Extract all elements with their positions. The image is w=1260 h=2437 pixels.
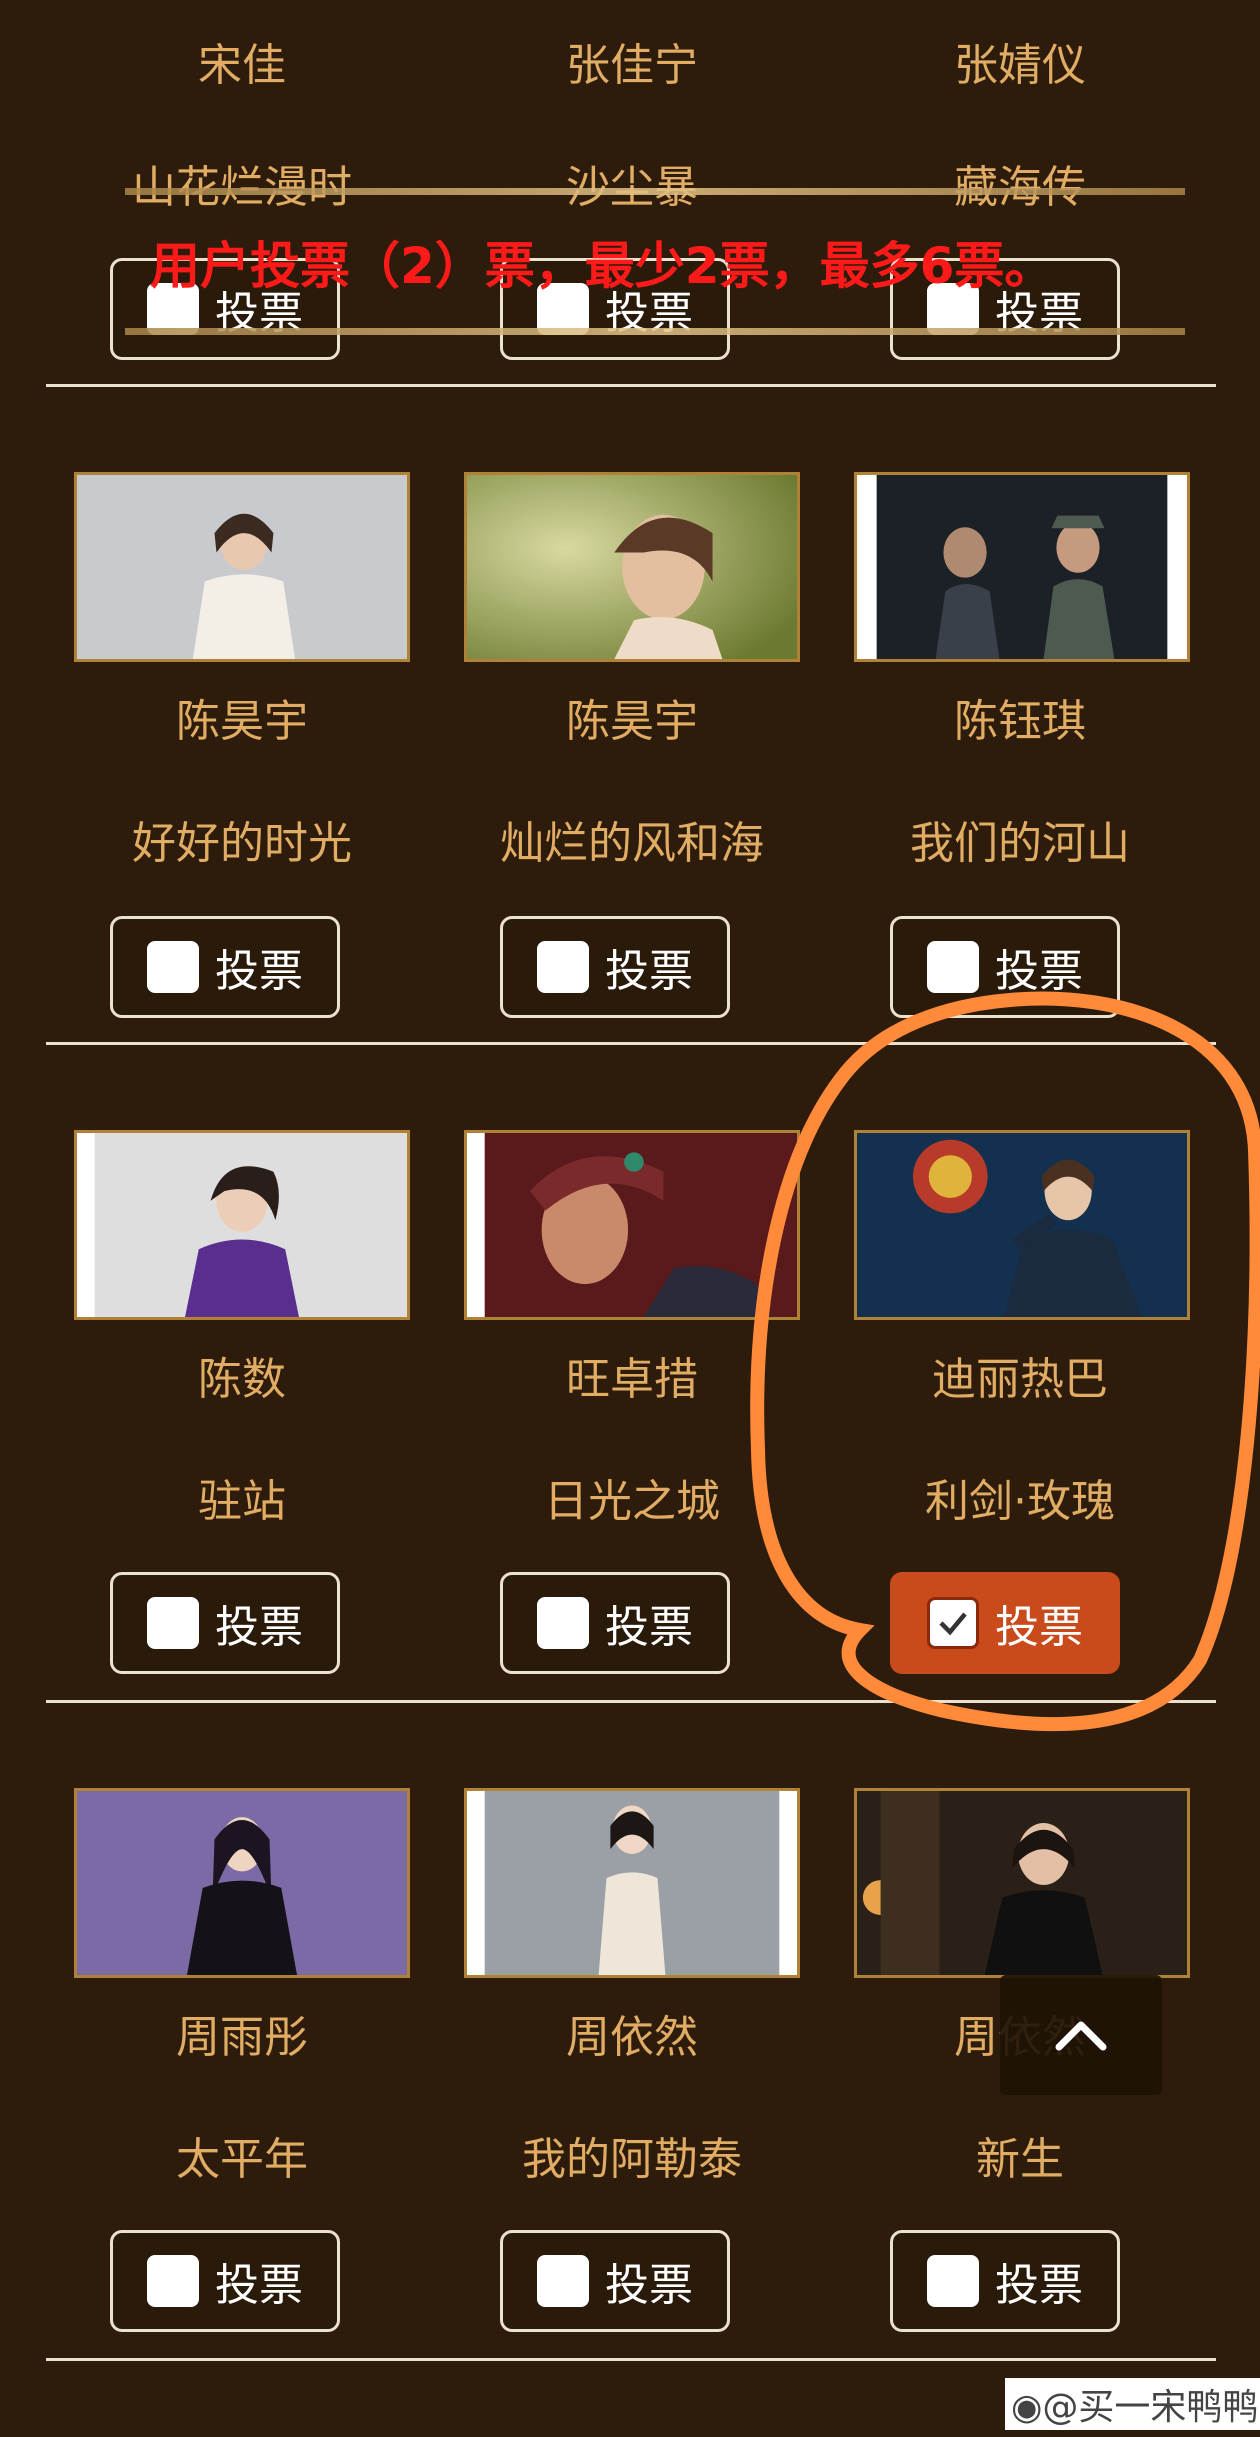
vote-button[interactable]: 投票: [110, 1572, 340, 1674]
candidate-name: 陈数: [198, 1354, 286, 1405]
vote-button-label: 投票: [215, 946, 303, 997]
work-title: 我的阿勒泰: [522, 2134, 742, 2185]
candidate-name: 旺卓措: [566, 1354, 698, 1405]
candidate-photo[interactable]: [464, 472, 800, 662]
scroll-to-top-button[interactable]: [1000, 1975, 1162, 2095]
vote-button-label: 投票: [995, 1602, 1083, 1653]
work-title: 新生: [976, 2134, 1064, 2185]
weibo-watermark: ◉@买一宋鸭鸭: [1005, 2378, 1260, 2430]
work-title: 利剑·玫瑰: [925, 1476, 1115, 1527]
candidate-name: 陈昊宇: [566, 696, 698, 747]
work-title: 我们的河山: [910, 818, 1130, 869]
row-divider: [46, 1700, 1216, 1703]
candidate-photo[interactable]: [464, 1130, 800, 1320]
candidate-name: 张婧仪: [954, 40, 1086, 91]
candidate-photo[interactable]: [74, 1788, 410, 1978]
checkbox[interactable]: [147, 941, 199, 993]
vote-button-label: 投票: [605, 1602, 693, 1653]
vote-button-label: 投票: [215, 2260, 303, 2311]
vote-button[interactable]: 投票: [500, 1572, 730, 1674]
vote-button-label: 投票: [605, 2260, 693, 2311]
checkbox[interactable]: [147, 2255, 199, 2307]
candidate-name: 陈钰琪: [954, 696, 1086, 747]
candidate-name: 周依然: [566, 2012, 698, 2063]
checkbox[interactable]: [927, 941, 979, 993]
candidate-photo[interactable]: [854, 1130, 1190, 1320]
candidate-photo[interactable]: [74, 472, 410, 662]
candidate-name: 迪丽热巴: [932, 1354, 1108, 1405]
vote-button-selected[interactable]: 投票: [890, 1572, 1120, 1674]
chevron-up-icon: [1055, 2021, 1107, 2051]
weibo-logo-icon: ◉: [1011, 2387, 1043, 2428]
work-title: 太平年: [176, 2134, 308, 2185]
overlay-line: [125, 188, 1185, 195]
candidate-name: 宋佳: [198, 40, 286, 91]
work-title: 驻站: [198, 1476, 286, 1527]
vote-button[interactable]: 投票: [500, 2230, 730, 2332]
row-divider: [46, 2358, 1216, 2361]
vote-button-label: 投票: [215, 1602, 303, 1653]
candidate-photo[interactable]: [464, 1788, 800, 1978]
checkbox[interactable]: [927, 2255, 979, 2307]
checkbox[interactable]: [147, 1597, 199, 1649]
work-title: 好好的时光: [132, 818, 352, 869]
vote-button[interactable]: 投票: [110, 916, 340, 1018]
candidate-name: 陈昊宇: [176, 696, 308, 747]
watermark-text: @买一宋鸭鸭: [1042, 2387, 1259, 2428]
vote-button-label: 投票: [995, 946, 1083, 997]
candidate-photo[interactable]: [854, 1788, 1190, 1978]
candidate-name: 张佳宁: [566, 40, 698, 91]
vote-button[interactable]: 投票: [890, 2230, 1120, 2332]
checkbox[interactable]: [537, 1597, 589, 1649]
checkbox[interactable]: [537, 941, 589, 993]
checkbox[interactable]: [537, 2255, 589, 2307]
vote-button[interactable]: 投票: [890, 916, 1120, 1018]
vote-count-notice: 用户投票（2）票，最少2票，最多6票。: [150, 237, 1055, 295]
row-divider: [46, 1042, 1216, 1045]
work-title: 日光之城: [544, 1476, 720, 1527]
work-title: 灿烂的风和海: [500, 818, 764, 869]
overlay-line: [125, 328, 1185, 335]
candidate-photo[interactable]: [854, 472, 1190, 662]
candidate-photo[interactable]: [74, 1130, 410, 1320]
vote-button[interactable]: 投票: [500, 916, 730, 1018]
candidate-name: 周雨彤: [176, 2012, 308, 2063]
checkbox-checked[interactable]: [927, 1597, 979, 1649]
check-icon: [939, 1612, 967, 1636]
vote-button[interactable]: 投票: [110, 2230, 340, 2332]
vote-button-label: 投票: [995, 2260, 1083, 2311]
vote-button-label: 投票: [605, 946, 693, 997]
row-divider: [46, 384, 1216, 387]
